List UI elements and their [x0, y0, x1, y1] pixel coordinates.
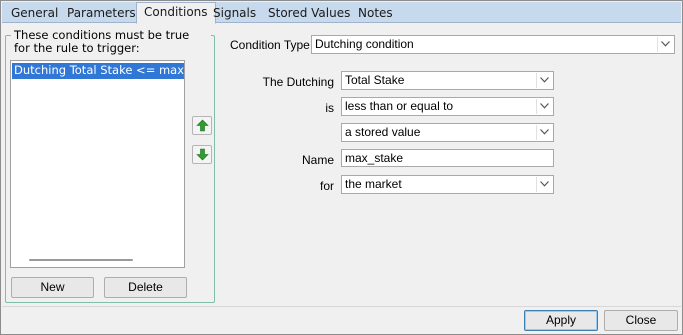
- operator-dropdown[interactable]: less than or equal to: [341, 97, 554, 116]
- new-button[interactable]: New: [11, 277, 94, 298]
- footer-divider: [2, 306, 681, 307]
- close-button[interactable]: Close: [604, 310, 678, 331]
- rule-editor-window: General Parameters Conditions Signals St…: [0, 0, 683, 335]
- name-label: Name: [301, 153, 334, 167]
- horizontal-scrollbar[interactable]: [29, 259, 133, 261]
- conditions-list[interactable]: Dutching Total Stake <= max_stake: [10, 60, 185, 268]
- compare-to-value: a stored value: [345, 125, 421, 139]
- green-down-arrow-icon: [196, 148, 209, 161]
- compare-to-dropdown[interactable]: a stored value: [341, 123, 554, 142]
- tab-signals[interactable]: Signals: [205, 3, 264, 23]
- for-value: the market: [345, 177, 402, 191]
- condition-type-value: Dutching condition: [315, 37, 414, 51]
- apply-button[interactable]: Apply: [524, 310, 598, 331]
- move-up-button[interactable]: [192, 116, 212, 135]
- tab-general[interactable]: General: [3, 3, 66, 23]
- dutching-dropdown[interactable]: Total Stake: [341, 71, 554, 90]
- tab-conditions[interactable]: Conditions: [136, 2, 216, 24]
- operator-value: less than or equal to: [345, 99, 454, 113]
- chevron-down-icon: [536, 125, 552, 140]
- name-input[interactable]: max_stake: [341, 149, 554, 167]
- list-item[interactable]: Dutching Total Stake <= max_stake: [12, 63, 184, 79]
- is-label: is: [325, 101, 334, 115]
- tab-bar: General Parameters Conditions Signals St…: [2, 2, 681, 24]
- conditions-caption: These conditions must be true for the ru…: [11, 29, 211, 55]
- chevron-down-icon: [536, 73, 552, 88]
- condition-type-label: Condition Type: [230, 38, 310, 52]
- chevron-down-icon: [536, 99, 552, 114]
- for-label: for: [319, 179, 334, 193]
- for-dropdown[interactable]: the market: [341, 175, 554, 194]
- dutching-value: Total Stake: [345, 73, 405, 87]
- delete-button[interactable]: Delete: [104, 277, 187, 298]
- dutching-label: The Dutching: [262, 75, 334, 89]
- chevron-down-icon: [657, 37, 673, 52]
- chevron-down-icon: [536, 177, 552, 192]
- tab-stored-values[interactable]: Stored Values: [260, 3, 358, 23]
- green-up-arrow-icon: [196, 119, 209, 132]
- move-down-button[interactable]: [192, 145, 212, 164]
- tab-parameters[interactable]: Parameters: [59, 3, 144, 23]
- tab-notes[interactable]: Notes: [350, 3, 401, 23]
- condition-type-dropdown[interactable]: Dutching condition: [311, 35, 675, 54]
